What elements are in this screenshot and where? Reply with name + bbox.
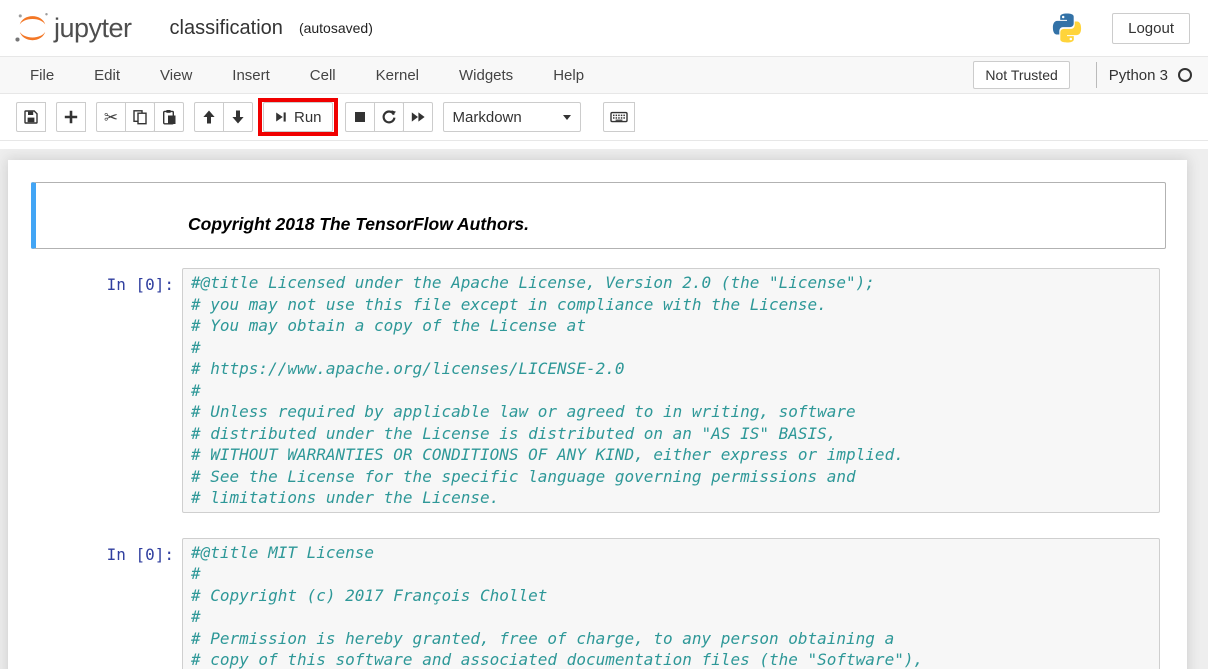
cut-icon: ✂ <box>104 109 118 126</box>
code-cell-mit-license[interactable]: In [0]: #@title MIT License # # Copyrigh… <box>31 532 1166 669</box>
jupyter-logo-text: jupyter <box>54 13 132 44</box>
menu-help[interactable]: Help <box>533 59 604 92</box>
menu-insert[interactable]: Insert <box>212 59 290 92</box>
add-cell-button[interactable] <box>56 102 86 132</box>
code-input-area[interactable]: #@title Licensed under the Apache Licens… <box>182 268 1160 513</box>
copy-button[interactable] <box>125 102 155 132</box>
markdown-cell-text: Copyright 2018 The TensorFlow Authors. <box>182 188 1160 243</box>
restart-kernel-button[interactable] <box>374 102 404 132</box>
code-source: #@title MIT License # # Copyright (c) 20… <box>191 542 1151 669</box>
run-button[interactable]: Run <box>263 102 333 132</box>
run-label: Run <box>294 109 322 126</box>
menu-cell[interactable]: Cell <box>290 59 356 92</box>
menu-file[interactable]: File <box>10 59 74 92</box>
arrow-up-icon <box>201 109 217 125</box>
not-trusted-button[interactable]: Not Trusted <box>973 61 1069 89</box>
paste-icon <box>161 109 177 125</box>
markdown-cell-prompt <box>37 188 182 243</box>
paste-button[interactable] <box>154 102 184 132</box>
python-logo-icon <box>1050 10 1084 46</box>
toolbar-gap <box>0 141 1208 149</box>
stop-icon <box>352 109 368 125</box>
restart-icon <box>381 109 397 125</box>
cell-type-value: Markdown <box>453 109 522 126</box>
jupyter-logo-icon <box>14 11 51 45</box>
save-icon <box>23 109 39 125</box>
notebook-container: Copyright 2018 The TensorFlow Authors. I… <box>8 160 1187 669</box>
chevron-down-icon <box>563 115 571 120</box>
command-palette-button[interactable] <box>603 102 635 132</box>
cell-type-dropdown[interactable]: Markdown <box>443 102 581 132</box>
input-prompt: In [0]: <box>37 268 182 513</box>
kernel-name: Python 3 <box>1109 67 1168 84</box>
save-button[interactable] <box>16 102 46 132</box>
markdown-cell-selected[interactable]: Copyright 2018 The TensorFlow Authors. <box>31 182 1166 249</box>
notebook-site: Copyright 2018 The TensorFlow Authors. I… <box>0 149 1208 669</box>
step-forward-icon <box>274 110 288 124</box>
input-prompt: In [0]: <box>37 538 182 669</box>
run-all-button[interactable] <box>403 102 433 132</box>
logout-button[interactable]: Logout <box>1112 13 1190 44</box>
autosave-status: (autosaved) <box>299 20 373 36</box>
toolbar: ✂ <box>0 94 1208 141</box>
menu-bar: File Edit View Insert Cell Kernel Widget… <box>0 57 1208 94</box>
move-up-button[interactable] <box>194 102 224 132</box>
code-input-area[interactable]: #@title MIT License # # Copyright (c) 20… <box>182 538 1160 669</box>
menu-view[interactable]: View <box>140 59 212 92</box>
arrow-down-icon <box>230 109 246 125</box>
jupyter-logo[interactable]: jupyter <box>14 11 132 45</box>
stop-button[interactable] <box>345 102 375 132</box>
cut-button[interactable]: ✂ <box>96 102 126 132</box>
keyboard-icon <box>610 109 628 125</box>
code-source: #@title Licensed under the Apache Licens… <box>191 272 1151 509</box>
menu-widgets[interactable]: Widgets <box>439 59 533 92</box>
menu-edit[interactable]: Edit <box>74 59 140 92</box>
menu-kernel[interactable]: Kernel <box>356 59 439 92</box>
notebook-title[interactable]: classification <box>170 17 283 40</box>
kernel-divider <box>1096 62 1097 88</box>
add-cell-icon <box>63 109 79 125</box>
copy-icon <box>132 109 148 125</box>
kernel-idle-icon <box>1178 68 1192 82</box>
fast-forward-icon <box>410 109 426 125</box>
code-cell-apache-license[interactable]: In [0]: #@title Licensed under the Apach… <box>31 262 1166 519</box>
move-down-button[interactable] <box>223 102 253 132</box>
notebook-header: jupyter classification (autosaved) Logou… <box>0 0 1208 57</box>
